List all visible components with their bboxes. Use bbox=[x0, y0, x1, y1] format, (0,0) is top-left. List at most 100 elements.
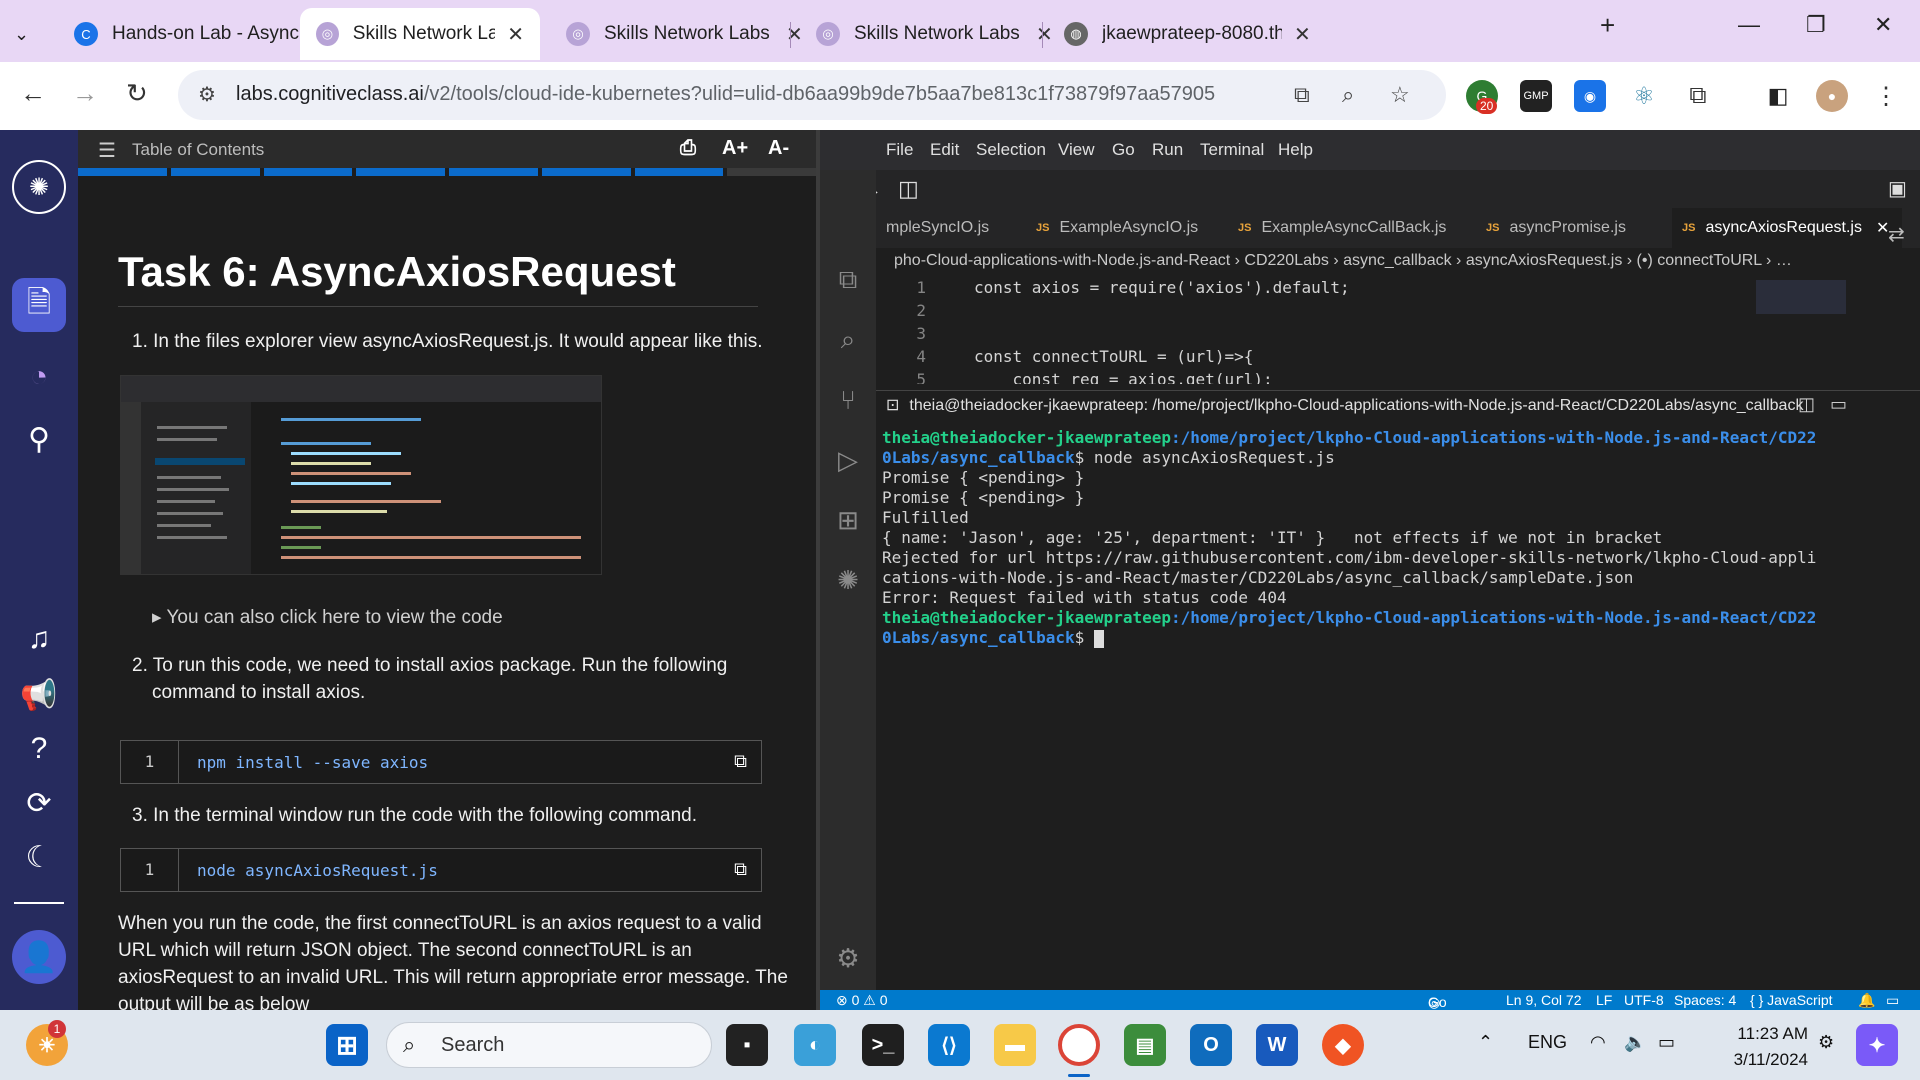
reload-icon[interactable]: ↻ bbox=[126, 78, 148, 109]
browser-tab-skills-network-2[interactable]: ◎ Skills Network Labs ✕ bbox=[550, 8, 819, 60]
windows-start-icon[interactable]: ⊞ bbox=[326, 1024, 368, 1066]
extension-react-icon[interactable]: ⚛ bbox=[1628, 80, 1660, 112]
search-icon[interactable]: ⌕ bbox=[828, 320, 868, 360]
progress-segment[interactable] bbox=[634, 168, 724, 176]
app-icon-chart[interactable]: ▤ bbox=[1124, 1024, 1166, 1066]
toggle-right-panel-icon[interactable]: ▣ bbox=[1888, 176, 1907, 201]
toggle-sidebar-icon[interactable]: ◫ bbox=[898, 176, 919, 202]
skills-network-toolbox-icon[interactable]: ✺ bbox=[828, 560, 868, 600]
new-tab-button[interactable]: + bbox=[1600, 10, 1615, 41]
code-editor[interactable]: 1 const axios = require('axios').default;… bbox=[876, 274, 1876, 384]
outlook-app-icon[interactable]: O bbox=[1190, 1024, 1232, 1066]
copy-code-icon[interactable]: ⧉ bbox=[734, 859, 747, 880]
profile-avatar[interactable]: ● bbox=[1816, 80, 1848, 112]
file-explorer-icon[interactable]: ▬ bbox=[994, 1024, 1036, 1066]
extensions-puzzle-icon[interactable]: ⧉ bbox=[1682, 80, 1714, 112]
compare-icon[interactable]: ⇄ bbox=[1888, 222, 1905, 247]
zoom-icon[interactable]: ⌕ bbox=[1342, 82, 1354, 108]
browser-tab-skills-network-3[interactable]: ◎ Skills Network Labs ✕ bbox=[800, 8, 1069, 60]
progress-segment[interactable] bbox=[449, 168, 538, 176]
show-hidden-icons-chevron[interactable]: ⌃ bbox=[1478, 1032, 1493, 1053]
restore-window-icon[interactable]: ❐ bbox=[1806, 12, 1826, 38]
menu-file[interactable]: File bbox=[886, 140, 913, 160]
settings-gear-icon[interactable]: ⚙ bbox=[828, 938, 868, 978]
terminal-app-icon[interactable]: >_ bbox=[862, 1024, 904, 1066]
menu-run[interactable]: Run bbox=[1152, 140, 1183, 160]
url-text[interactable]: labs.cognitiveclass.ai/v2/tools/cloud-id… bbox=[236, 83, 1215, 106]
progress-segment[interactable] bbox=[541, 168, 631, 176]
dark-mode-moon-icon[interactable]: ☾ bbox=[12, 830, 66, 884]
progress-segment[interactable] bbox=[727, 168, 816, 176]
refresh-sync-icon[interactable]: ⟳ bbox=[12, 776, 66, 830]
source-control-icon[interactable]: ⑂ bbox=[828, 380, 868, 420]
user-account-icon[interactable]: 👤 bbox=[12, 930, 66, 984]
forward-arrow-icon[interactable]: → bbox=[72, 78, 98, 109]
postman-app-icon[interactable]: ◆ bbox=[1322, 1024, 1364, 1066]
instructions-document-icon[interactable]: 🗎 bbox=[12, 278, 66, 332]
wifi-icon[interactable]: ◠ bbox=[1590, 1032, 1606, 1053]
editor-tab-asyncpromise[interactable]: JS asyncPromise.js bbox=[1476, 208, 1636, 248]
copy-code-icon[interactable]: ⧉ bbox=[734, 751, 747, 772]
chrome-app-icon[interactable] bbox=[1058, 1024, 1100, 1066]
notification-center-icon[interactable]: ⚙ bbox=[1818, 1032, 1834, 1053]
view-code-details-toggle[interactable]: ▸ You can also click here to view the co… bbox=[152, 604, 503, 631]
terminal-output[interactable]: theia@theiadocker-jkaewprateep:/home/pro… bbox=[876, 428, 1876, 968]
extensions-icon[interactable]: ⊞ bbox=[828, 500, 868, 540]
browser-menu-icon[interactable]: ⋮ bbox=[1870, 80, 1902, 112]
editor-tab-examplesyncio[interactable]: mpleSyncIO.js bbox=[876, 208, 999, 248]
status-indentation[interactable]: Spaces: 4 bbox=[1674, 992, 1736, 1008]
menu-edit[interactable]: Edit bbox=[930, 140, 959, 160]
print-icon[interactable]: ⎙ bbox=[680, 137, 696, 160]
minimize-window-icon[interactable]: — bbox=[1738, 12, 1760, 38]
status-cursor-position[interactable]: Ln 9, Col 72 bbox=[1506, 992, 1582, 1008]
browser-tab-skills-network-active[interactable]: ◎ Skills Network Labs ✕ bbox=[300, 8, 540, 60]
clock-time[interactable]: 11:23 AM bbox=[1716, 1024, 1808, 1044]
back-arrow-icon[interactable]: ← bbox=[20, 78, 46, 109]
address-bar[interactable]: ⚙ labs.cognitiveclass.ai/v2/tools/cloud-… bbox=[178, 70, 1446, 120]
bookmark-star-icon[interactable]: ☆ bbox=[1390, 82, 1410, 108]
run-debug-icon[interactable]: ▷ bbox=[828, 440, 868, 480]
menu-selection[interactable]: Selection bbox=[976, 140, 1046, 160]
browser-tab-theia[interactable]: ◍ jkaewprateep-8080.theia ✕ bbox=[1048, 8, 1327, 60]
terminal-title[interactable]: theia@theiadocker-jkaewprateep: /home/pr… bbox=[909, 397, 1803, 414]
editor-tab-exampleasyncio[interactable]: JS ExampleAsyncIO.js bbox=[1026, 208, 1208, 248]
announcements-megaphone-icon[interactable]: 📢 bbox=[12, 668, 66, 722]
translate-icon[interactable]: ⧉ bbox=[1294, 82, 1310, 108]
editor-breadcrumb[interactable]: pho-Cloud-applications-with-Node.js-and-… bbox=[876, 248, 1876, 274]
close-window-icon[interactable]: ✕ bbox=[1874, 12, 1892, 38]
clock-date[interactable]: 3/11/2024 bbox=[1706, 1050, 1808, 1070]
menu-help[interactable]: Help bbox=[1278, 140, 1313, 160]
battery-icon[interactable]: ▭ bbox=[1658, 1032, 1675, 1053]
site-info-icon[interactable]: ⚙ bbox=[198, 82, 216, 107]
menu-terminal[interactable]: Terminal bbox=[1200, 140, 1264, 160]
split-terminal-icon[interactable]: ◫ bbox=[1798, 394, 1815, 415]
volume-icon[interactable]: 🔈 bbox=[1624, 1032, 1646, 1053]
progress-segment[interactable] bbox=[356, 168, 445, 176]
layout-icon[interactable]: ▭ bbox=[1886, 992, 1899, 1009]
maximize-panel-icon[interactable]: ▭ bbox=[1830, 394, 1847, 415]
extension-camera-icon[interactable]: ◉ bbox=[1574, 80, 1606, 112]
help-question-icon[interactable]: ? bbox=[12, 722, 66, 776]
hint-bulb-icon[interactable]: ⚲ bbox=[12, 412, 66, 466]
status-problems[interactable]: ⊗ 0 ⚠ 0 bbox=[836, 992, 888, 1009]
editor-tab-exampleasynccallback[interactable]: JS ExampleAsyncCallBack.js bbox=[1228, 208, 1456, 248]
menu-view[interactable]: View bbox=[1058, 140, 1095, 160]
menu-go[interactable]: Go bbox=[1112, 140, 1135, 160]
app-icon-paint[interactable]: ◐ bbox=[794, 1024, 836, 1066]
task-view-icon[interactable]: ▪ bbox=[726, 1024, 768, 1066]
vscode-app-icon[interactable]: ⟨⟩ bbox=[928, 1024, 970, 1066]
editor-tab-asyncaxiosrequest[interactable]: JS asyncAxiosRequest.js ✕ bbox=[1672, 208, 1902, 248]
close-tab-icon[interactable]: ✕ bbox=[1294, 22, 1311, 47]
extension-gmp-icon[interactable]: GMP bbox=[1520, 80, 1552, 112]
chat-assistant-icon[interactable]: ◔ bbox=[12, 350, 66, 404]
status-encoding[interactable]: UTF-8 bbox=[1624, 992, 1664, 1008]
table-of-contents-button[interactable]: Table of Contents bbox=[132, 140, 264, 160]
taskbar-search-box[interactable]: ⌕ Search bbox=[386, 1022, 712, 1068]
hamburger-menu-icon[interactable]: ☰ bbox=[98, 138, 116, 163]
font-decrease-button[interactable]: A- bbox=[768, 137, 789, 160]
terminal-scrollbar[interactable] bbox=[1852, 428, 1864, 968]
side-panel-icon[interactable]: ◧ bbox=[1762, 80, 1794, 112]
notifications-bell-icon[interactable]: ♫ bbox=[12, 612, 66, 666]
progress-segment[interactable] bbox=[78, 168, 167, 176]
input-language[interactable]: ENG bbox=[1528, 1032, 1567, 1053]
